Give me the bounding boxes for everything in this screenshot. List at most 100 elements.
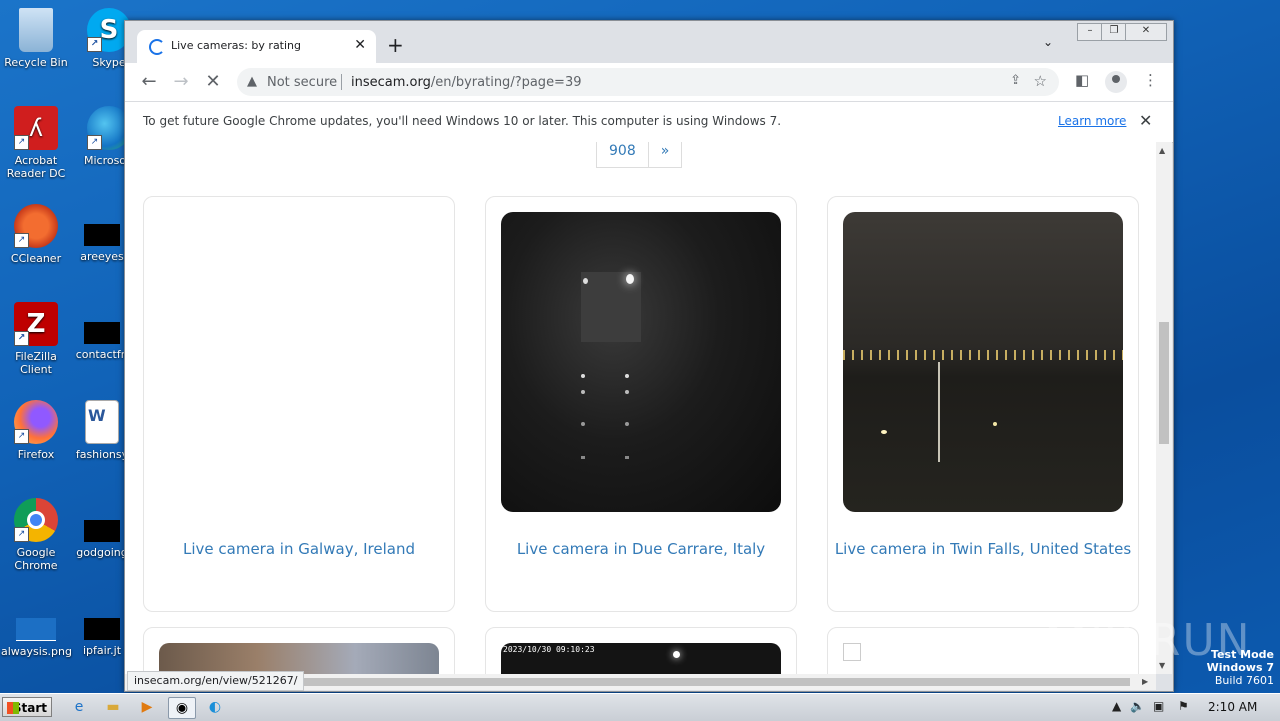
taskbar: Start e ▬ ▶ ◉ ◐ ▲ 🔈 ▣ ⚑ 2:10 AM	[0, 693, 1280, 721]
desktop-icon-recycle-bin[interactable]: Recycle Bin	[1, 8, 71, 69]
shortcut-arrow-icon: ↗	[87, 37, 102, 52]
next-page-link[interactable]: »	[649, 142, 682, 167]
ccleaner-icon: ↗	[14, 204, 58, 248]
address-bar[interactable]: ▲ Not secure insecam.org/en/byrating/?pa…	[237, 68, 1059, 96]
watermark-line1: Test Mode	[1211, 648, 1274, 661]
tab-search-chevron-icon[interactable]: ⌄	[1043, 35, 1053, 49]
camera-thumbnail-city-night[interactable]	[843, 212, 1123, 512]
camera-thumbnail-blank[interactable]	[159, 212, 439, 512]
camera-card-galway[interactable]: Live camera in Galway, Ireland	[143, 196, 455, 612]
camera-timestamp-overlay: 2023/10/30 09:10:23	[503, 645, 595, 654]
camera-card-row2-1[interactable]	[143, 627, 455, 674]
camera-card-due-carrare[interactable]: Live camera in Due Carrare, Italy	[485, 196, 797, 612]
bookmark-star-icon[interactable]: ☆	[1034, 72, 1047, 90]
desktop-icon-label: Recycle Bin	[4, 56, 68, 69]
page-content: 908 » Live camera in Galway, Ireland Liv	[125, 142, 1156, 674]
omnibox-divider	[341, 74, 342, 90]
url-host: insecam.org	[351, 75, 431, 90]
shortcut-arrow-icon: ↗	[14, 331, 29, 346]
shortcut-arrow-icon: ↗	[87, 135, 102, 150]
back-button[interactable]: ←	[137, 71, 161, 92]
maximize-button[interactable]: ❐	[1101, 23, 1127, 41]
image-file-icon	[16, 618, 56, 641]
start-button[interactable]: Start	[2, 697, 52, 717]
taskbar-clock[interactable]: 2:10 AM	[1208, 700, 1257, 714]
camera-caption-link[interactable]: Live camera in Twin Falls, United States	[828, 540, 1138, 558]
camera-thumbnail-night[interactable]	[501, 212, 781, 512]
chrome-taskbar-icon[interactable]: ◉	[168, 697, 196, 719]
shortcut-arrow-icon: ↗	[14, 135, 29, 150]
file-explorer-icon[interactable]: ▬	[102, 697, 124, 717]
active-tab[interactable]: Live cameras: by rating ✕	[137, 30, 376, 63]
network-icon[interactable]: ▣	[1153, 699, 1164, 713]
close-window-button[interactable]: ✕	[1125, 23, 1167, 41]
infobar-close-icon[interactable]: ✕	[1139, 111, 1152, 130]
horizontal-scroll-thumb[interactable]	[275, 678, 1130, 686]
tab-close-icon[interactable]: ✕	[354, 37, 366, 53]
scroll-right-icon[interactable]: ▶	[1142, 677, 1148, 686]
vertical-scroll-thumb[interactable]	[1159, 322, 1169, 444]
desktop-icon-ccleaner[interactable]: ↗ CCleaner	[1, 204, 71, 265]
desktop-icon-acrobat[interactable]: ʎ ↗ Acrobat Reader DC	[1, 106, 71, 180]
file-icon	[84, 322, 120, 344]
acrobat-icon: ʎ ↗	[14, 106, 58, 150]
chrome-icon: ↗	[14, 498, 58, 542]
shortcut-arrow-icon: ↗	[14, 527, 29, 542]
volume-icon[interactable]: 🔈	[1130, 699, 1145, 713]
camera-thumbnail-dark[interactable]: 2023/10/30 09:10:23	[501, 643, 781, 674]
camera-caption-link[interactable]: Live camera in Due Carrare, Italy	[486, 540, 796, 558]
watermark-line3: Build 7601	[1214, 674, 1274, 687]
page-link-908[interactable]: 908	[597, 142, 649, 167]
desktop-icon-firefox[interactable]: ↗ Firefox	[1, 400, 71, 461]
desktop-icon-alwaysis[interactable]: alwaysis.png	[1, 618, 72, 658]
scroll-up-icon[interactable]: ▲	[1159, 146, 1165, 155]
chrome-window: Live cameras: by rating ✕ + ⌄ – ❐ ✕ ← → …	[124, 20, 1174, 692]
new-tab-button[interactable]: +	[387, 33, 404, 57]
update-infobar: To get future Google Chrome updates, you…	[125, 101, 1173, 143]
menu-kebab-icon[interactable]: ⋮	[1143, 71, 1158, 89]
camera-caption-link[interactable]: Live camera in Galway, Ireland	[144, 540, 454, 558]
windows-logo-icon	[7, 702, 19, 714]
file-icon	[84, 618, 120, 640]
camera-card-row2-2[interactable]: 2023/10/30 09:10:23	[485, 627, 797, 674]
learn-more-link[interactable]: Learn more	[1058, 114, 1126, 128]
status-bubble-url: insecam.org/en/view/521267/	[127, 671, 305, 691]
desktop-icon-label: FileZilla Client	[15, 350, 57, 376]
share-icon[interactable]: ⇪	[1010, 73, 1021, 88]
pagination: 908 »	[596, 142, 683, 168]
desktop-icon-label: alwaysis.png	[1, 645, 72, 658]
vertical-scrollbar[interactable]: ▲ ▼	[1156, 142, 1172, 674]
file-icon	[84, 520, 120, 542]
media-player-icon[interactable]: ▶	[136, 697, 158, 717]
watermark-line2: Windows 7	[1206, 661, 1274, 674]
profile-avatar-icon[interactable]	[1105, 71, 1127, 93]
internet-explorer-icon[interactable]: e	[68, 697, 90, 717]
edge-taskbar-icon[interactable]: ◐	[204, 697, 226, 717]
desktop-icon-label: Firefox	[17, 448, 55, 461]
desktop-icon-label: CCleaner	[10, 252, 62, 265]
camera-card-twin-falls[interactable]: Live camera in Twin Falls, United States	[827, 196, 1139, 612]
desktop-icon-label: Acrobat Reader DC	[6, 154, 66, 180]
tray-expand-icon[interactable]: ▲	[1112, 699, 1121, 713]
action-center-flag-icon[interactable]: ⚑	[1178, 699, 1189, 713]
tab-strip: Live cameras: by rating ✕ + ⌄ – ❐ ✕	[125, 21, 1173, 63]
url-path: /en/byrating/?page=39	[430, 75, 582, 90]
desktop-icon-filezilla[interactable]: Z ↗ FileZilla Client	[1, 302, 71, 376]
browser-toolbar: ← → ✕ ▲ Not secure insecam.org/en/byrati…	[125, 63, 1173, 101]
minimize-button[interactable]: –	[1077, 23, 1103, 41]
forward-button[interactable]: →	[169, 71, 193, 92]
desktop-icon-chrome[interactable]: ↗ Google Chrome	[1, 498, 71, 572]
loading-spinner-icon	[149, 39, 165, 55]
warning-icon[interactable]: ▲	[247, 74, 257, 89]
desktop-icon-label: Google Chrome	[14, 546, 58, 572]
url-text[interactable]: insecam.org/en/byrating/?page=39	[351, 75, 582, 90]
security-label[interactable]: Not secure	[267, 75, 337, 90]
tab-title: Live cameras: by rating	[171, 39, 302, 52]
side-panel-icon[interactable]: ◧	[1075, 71, 1089, 89]
filezilla-icon: Z ↗	[14, 302, 58, 346]
file-icon	[84, 224, 120, 246]
shortcut-arrow-icon: ↗	[14, 233, 29, 248]
camera-thumbnail-street[interactable]	[159, 643, 439, 674]
stop-loading-button[interactable]: ✕	[201, 71, 225, 92]
broken-image-icon[interactable]	[843, 643, 861, 661]
